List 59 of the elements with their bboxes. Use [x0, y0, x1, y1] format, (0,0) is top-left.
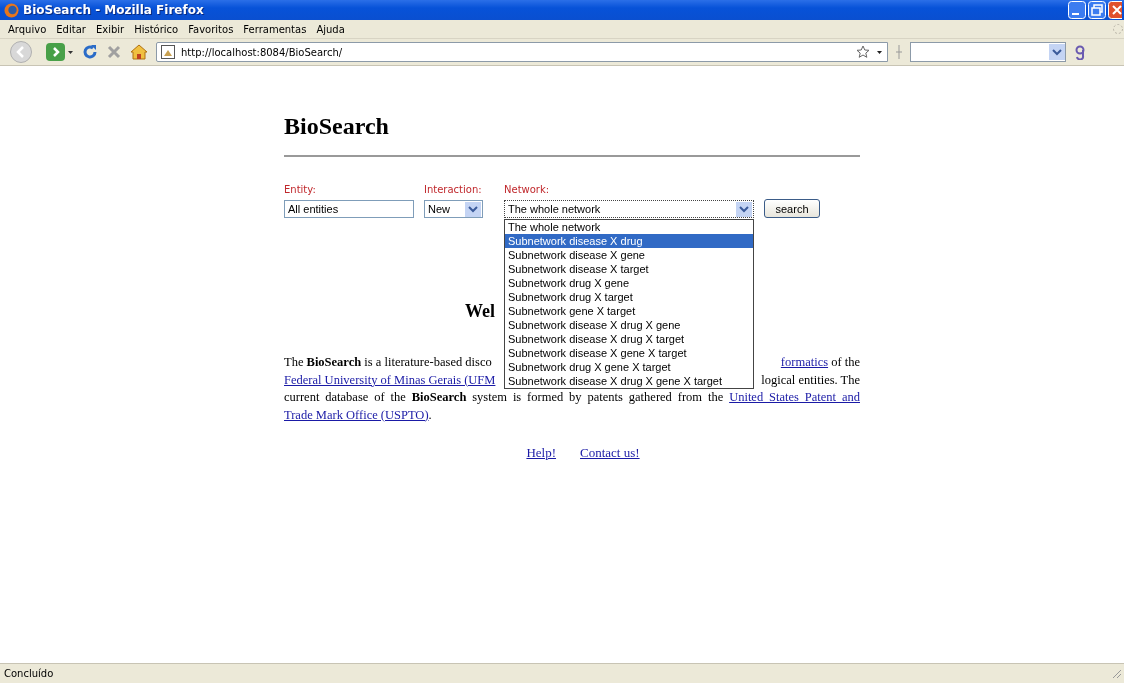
link[interactable]: Contact us! — [580, 445, 640, 461]
dropdown-option[interactable]: Subnetwork drug X target — [505, 290, 753, 304]
link[interactable]: formatics — [780, 355, 829, 369]
window-title: BioSearch - Mozilla Firefox — [23, 3, 205, 17]
menu-item[interactable]: Editar — [52, 23, 90, 35]
restore-icon[interactable] — [1088, 1, 1106, 19]
paragraph-text: The BioSearch is a literature-based disco — [284, 354, 492, 371]
search-field[interactable] — [910, 42, 1066, 62]
dropdown-icon — [736, 201, 752, 217]
field-label: Interaction: — [424, 184, 483, 195]
interaction-select[interactable]: New — [424, 200, 483, 218]
throbber-icon — [1112, 22, 1124, 36]
star-icon[interactable] — [856, 45, 870, 59]
field-label: Entity: — [284, 184, 317, 195]
page-icon — [161, 45, 175, 59]
menu-item[interactable]: Ajuda — [312, 23, 349, 35]
menu-item[interactable]: Ferramentas — [239, 23, 311, 35]
menu-item[interactable]: Exibir — [91, 23, 129, 35]
dropdown-option[interactable]: Subnetwork disease X drug X gene — [505, 318, 753, 332]
home-icon[interactable] — [130, 44, 148, 60]
dropdown-option[interactable]: Subnetwork disease X drug X gene X target — [505, 374, 753, 388]
firefox-icon — [4, 2, 19, 18]
menu-item[interactable]: Arquivo — [4, 23, 51, 35]
menu-item[interactable]: Favoritos — [184, 23, 238, 35]
paragraph-text: of the — [831, 355, 860, 369]
stop-icon[interactable] — [106, 44, 122, 60]
dropdown-option[interactable]: Subnetwork drug X gene X target — [505, 360, 753, 374]
search-engine-icon[interactable] — [1074, 44, 1086, 60]
dropdown-option[interactable]: The whole network — [505, 220, 753, 234]
search-button[interactable]: search — [764, 199, 820, 218]
minimize-icon[interactable] — [1068, 1, 1086, 19]
dropdown-option[interactable]: Subnetwork disease X gene X target — [505, 346, 753, 360]
entity-field[interactable]: All entities — [284, 200, 414, 218]
menu-item[interactable]: Histórico — [130, 23, 183, 35]
resize-grip-icon — [1112, 668, 1122, 679]
link[interactable]: United States Patent and — [729, 390, 860, 404]
page-title: BioSearch — [284, 112, 390, 140]
dropdown-option[interactable]: Subnetwork gene X target — [505, 304, 753, 318]
grip-icon — [896, 44, 902, 60]
paragraph-text: logical entities. The — [761, 371, 860, 389]
dropdown-option[interactable]: Subnetwork disease X gene — [505, 248, 753, 262]
paragraph-text: current database of the BioSearch system is formed by patents gathered from the — [284, 390, 725, 404]
reload-icon[interactable] — [82, 44, 98, 60]
dropdown-option[interactable]: Subnetwork disease X drug — [505, 234, 753, 248]
link[interactable]: Federal University of Minas Gerais (UFM — [284, 371, 496, 389]
link[interactable]: Help! — [526, 445, 556, 461]
dropdown-option[interactable]: Subnetwork drug X gene — [505, 276, 753, 290]
forward-icon[interactable] — [46, 42, 74, 62]
dropdown-icon — [465, 201, 481, 217]
status-text: Concluído — [4, 668, 54, 679]
link[interactable]: Trade Mark Office (USPTO) — [284, 407, 429, 422]
welcome-heading: Wel — [465, 300, 495, 322]
dropdown-option[interactable]: Subnetwork disease X target — [505, 262, 753, 276]
network-select[interactable]: The whole network — [504, 200, 754, 218]
close-icon[interactable] — [1108, 1, 1122, 19]
address-field[interactable]: http://localhost:8084/BioSearch/ — [156, 42, 888, 62]
paragraph-text: . — [428, 407, 432, 422]
field-label: Network: — [504, 184, 551, 195]
dropdown-option[interactable]: Subnetwork disease X drug X target — [505, 332, 753, 346]
